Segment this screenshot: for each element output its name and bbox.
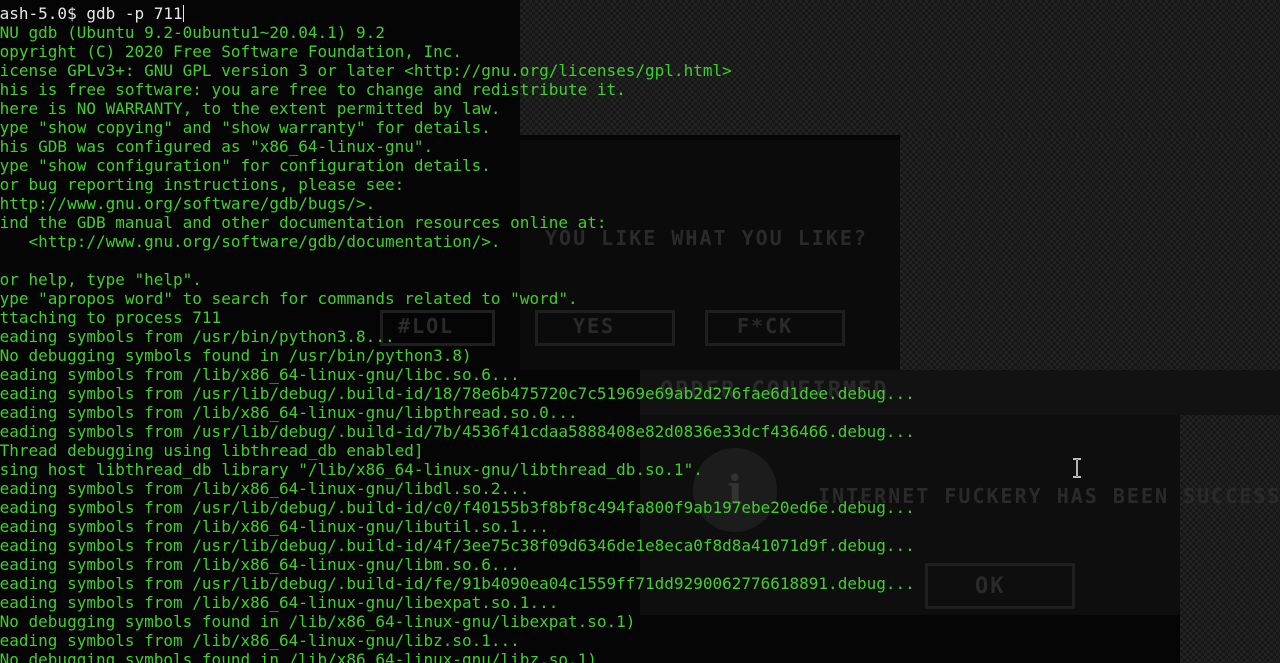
- output-line: Reading symbols from /usr/lib/debug/.bui…: [0, 384, 915, 403]
- output-line: This GDB was configured as "x86_64-linux…: [0, 137, 434, 156]
- output-line: Reading symbols from /lib/x86_64-linux-g…: [0, 403, 578, 422]
- output-line: Type "show copying" and "show warranty" …: [0, 118, 491, 137]
- output-line: (No debugging symbols found in /lib/x86_…: [0, 650, 597, 663]
- output-line: Reading symbols from /lib/x86_64-linux-g…: [0, 517, 549, 536]
- wallpaper-pattern-lower-right: [1180, 380, 1280, 663]
- output-line: Reading symbols from /usr/lib/debug/.bui…: [0, 574, 915, 593]
- output-line: Reading symbols from /lib/x86_64-linux-g…: [0, 555, 520, 574]
- output-line: (No debugging symbols found in /lib/x86_…: [0, 612, 636, 631]
- output-line: This is free software: you are free to c…: [0, 80, 626, 99]
- terminal-output[interactable]: bash-5.0$ gdb -p 711 GNU gdb (Ubuntu 9.2…: [0, 4, 915, 663]
- wallpaper-dialog-ok-label: OK: [975, 574, 1006, 599]
- output-line: There is NO WARRANTY, to the extent perm…: [0, 99, 501, 118]
- output-line: Copyright (C) 2020 Free Software Foundat…: [0, 42, 463, 61]
- wallpaper-dialog-ok-button: [925, 563, 1075, 609]
- output-line: (No debugging symbols found in /usr/bin/…: [0, 346, 472, 365]
- text-ibeam-icon: [1073, 458, 1081, 478]
- output-line: License GPLv3+: GNU GPL version 3 or lat…: [0, 61, 732, 80]
- output-line: Type "apropos word" to search for comman…: [0, 289, 578, 308]
- output-line: <http://www.gnu.org/software/gdb/documen…: [0, 232, 501, 251]
- output-line: Using host libthread_db library "/lib/x8…: [0, 460, 703, 479]
- output-line: For bug reporting instructions, please s…: [0, 175, 405, 194]
- wallpaper-pattern-right: [900, 135, 1280, 375]
- terminal-window[interactable]: YOU LIKE WHAT YOU LIKE? #LOL YES F*CK OR…: [0, 0, 1280, 663]
- prompt-line[interactable]: bash-5.0$ gdb -p 711: [0, 4, 915, 23]
- output-line: Reading symbols from /usr/lib/debug/.bui…: [0, 422, 915, 441]
- output-line: Reading symbols from /usr/lib/debug/.bui…: [0, 498, 915, 517]
- output-line: Attaching to process 711: [0, 308, 222, 327]
- output-line: Reading symbols from /lib/x86_64-linux-g…: [0, 631, 520, 650]
- output-line: Find the GDB manual and other documentat…: [0, 213, 607, 232]
- text-cursor: [182, 5, 184, 22]
- shell-prompt: bash-5.0$: [0, 4, 77, 23]
- output-line: Type "show configuration" for configurat…: [0, 156, 491, 175]
- output-line: Reading symbols from /lib/x86_64-linux-g…: [0, 365, 520, 384]
- output-line: Reading symbols from /lib/x86_64-linux-g…: [0, 479, 530, 498]
- output-line: GNU gdb (Ubuntu 9.2-0ubuntu1~20.04.1) 9.…: [0, 23, 385, 42]
- output-line: Reading symbols from /usr/lib/debug/.bui…: [0, 536, 915, 555]
- output-line: [Thread debugging using libthread_db ena…: [0, 441, 424, 460]
- output-line: <http://www.gnu.org/software/gdb/bugs/>.: [0, 194, 376, 213]
- output-line: Reading symbols from /usr/bin/python3.8.…: [0, 327, 395, 346]
- output-line: For help, type "help".: [0, 270, 202, 289]
- output-line: Reading symbols from /lib/x86_64-linux-g…: [0, 593, 559, 612]
- command-input[interactable]: gdb -p 711: [86, 4, 182, 23]
